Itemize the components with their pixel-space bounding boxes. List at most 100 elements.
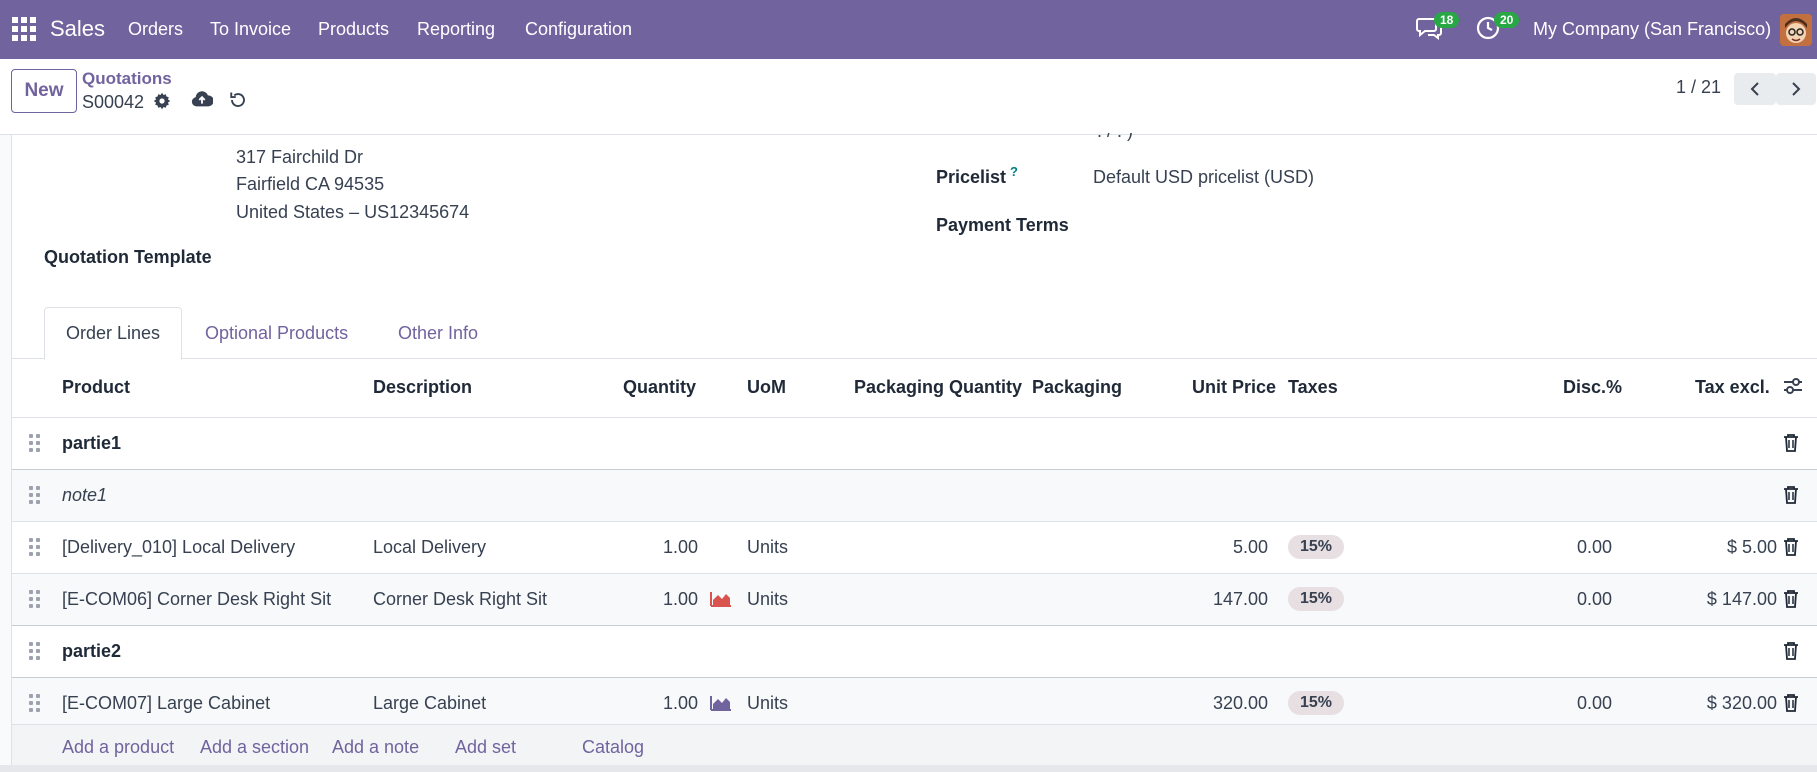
forecast-chart-icon[interactable] [710,591,732,609]
tax-badge[interactable]: 15% [1288,691,1345,715]
add-section-link[interactable]: Add a section [200,737,309,758]
table-row-section[interactable]: partie2 [12,625,1817,677]
table-row[interactable]: [Delivery_010] Local Delivery Local Deli… [12,521,1817,573]
breadcrumb-quotations[interactable]: Quotations [82,69,172,89]
cell-uom[interactable]: Units [747,537,788,558]
section-name[interactable]: partie1 [62,433,121,454]
cell-discount[interactable]: 0.00 [1512,537,1612,558]
apps-menu-icon[interactable] [12,17,36,41]
cell-description[interactable]: Local Delivery [373,537,486,558]
table-row-section[interactable]: partie1 [12,417,1817,469]
tab-other-info[interactable]: Other Info [377,307,499,359]
cell-subtotal: $ 320.00 [1706,693,1777,713]
pager-next-button[interactable] [1776,73,1816,105]
activities-icon[interactable]: 20 [1476,12,1520,44]
cell-uom[interactable]: Units [747,589,788,610]
table-row[interactable]: [E-COM07] Large Cabinet Large Cabinet 1.… [12,677,1817,729]
control-panel: New Quotations S00042 1 / 21 [0,59,1817,135]
tab-optional-products[interactable]: Optional Products [184,307,369,359]
notebook-tabs: Order Lines Optional Products Other Info [12,307,1817,360]
cell-discount[interactable]: 0.00 [1512,589,1612,610]
menu-to-invoice[interactable]: To Invoice [210,19,291,40]
col-uom[interactable]: UoM [747,377,786,398]
cell-quantity[interactable]: 1.00 [612,589,698,610]
col-taxes[interactable]: Taxes [1288,377,1338,398]
trash-icon[interactable] [1783,433,1803,455]
col-quantity[interactable]: Quantity [623,377,696,398]
col-discount[interactable]: Disc.% [1563,377,1622,398]
table-row-note[interactable]: note1 [12,469,1817,521]
pricelist-value[interactable]: Default USD pricelist (USD) [1093,167,1314,188]
col-packaging[interactable]: Packaging [1032,377,1122,398]
trash-icon[interactable] [1783,641,1803,663]
address-line-2: Fairfield CA 94535 [236,174,385,194]
bottom-scroll-strip [0,765,1817,772]
cell-product[interactable]: [E-COM07] Large Cabinet [62,693,270,714]
menu-configuration[interactable]: Configuration [525,19,632,40]
save-cloud-icon[interactable] [191,90,214,112]
activities-badge: 20 [1494,12,1520,28]
drag-handle-icon[interactable] [29,590,41,608]
drag-handle-icon[interactable] [29,434,41,452]
section-name[interactable]: partie2 [62,641,121,662]
cell-product[interactable]: [Delivery_010] Local Delivery [62,537,295,558]
company-switcher[interactable]: My Company (San Francisco) [1533,19,1771,40]
cell-product[interactable]: [E-COM06] Corner Desk Right Sit [62,589,331,610]
record-name: S00042 [82,92,145,112]
menu-products[interactable]: Products [318,19,389,40]
messages-badge: 18 [1434,12,1460,28]
col-tax-excl[interactable]: Tax excl. [1695,377,1770,398]
col-product[interactable]: Product [62,377,130,398]
pager-previous-button[interactable] [1734,73,1776,105]
gear-icon[interactable] [153,92,175,114]
add-set-link[interactable]: Add set [455,737,516,758]
cell-unit-price[interactable]: 320.00 [1172,693,1268,714]
cell-quantity[interactable]: 1.00 [612,537,698,558]
drag-handle-icon[interactable] [29,538,41,556]
cell-uom[interactable]: Units [747,693,788,714]
drag-handle-icon[interactable] [29,486,41,504]
add-note-link[interactable]: Add a note [332,737,419,758]
tab-order-lines[interactable]: Order Lines [44,307,183,360]
drag-handle-icon[interactable] [29,642,41,660]
app-name[interactable]: Sales [50,16,105,42]
menu-orders[interactable]: Orders [128,19,183,40]
optional-columns-toggle-icon[interactable] [1782,376,1804,396]
col-unit-price[interactable]: Unit Price [1192,377,1276,398]
trash-icon[interactable] [1783,693,1803,715]
pricelist-label: Pricelist? [936,164,1018,188]
form-sheet: . / . ) 317 Fairchild Dr Fairfield CA 94… [11,133,1817,772]
user-avatar[interactable] [1780,14,1812,46]
cell-discount[interactable]: 0.00 [1512,693,1612,714]
address-line-1: 317 Fairchild Dr [236,147,364,167]
payment-terms-label: Payment Terms [936,215,1069,235]
trash-icon[interactable] [1783,485,1803,507]
col-packaging-quantity[interactable]: Packaging Quantity [854,377,1022,398]
cell-unit-price[interactable]: 5.00 [1172,537,1268,558]
top-navbar: Sales Orders To Invoice Products Reporti… [0,0,1817,59]
cell-unit-price[interactable]: 147.00 [1172,589,1268,610]
quotation-template-label: Quotation Template [44,247,212,267]
discard-icon[interactable] [229,91,251,113]
messages-icon[interactable]: 18 [1416,12,1460,44]
add-product-link[interactable]: Add a product [62,737,174,758]
catalog-link[interactable]: Catalog [582,737,644,758]
address-line-3: United States – US12345674 [236,202,470,222]
new-button[interactable]: New [11,69,77,113]
menu-reporting[interactable]: Reporting [417,19,495,40]
cell-quantity[interactable]: 1.00 [612,693,698,714]
tax-badge[interactable]: 15% [1288,587,1345,611]
trash-icon[interactable] [1783,537,1803,559]
forecast-chart-icon[interactable] [710,695,732,713]
pager-value: 1 / 21 [1676,77,1722,97]
pricelist-help[interactable]: ? [1010,164,1018,179]
trash-icon[interactable] [1783,589,1803,611]
note-text[interactable]: note1 [62,485,107,506]
cell-description[interactable]: Corner Desk Right Sit [373,589,547,610]
cell-description[interactable]: Large Cabinet [373,693,486,714]
drag-handle-icon[interactable] [29,694,41,712]
col-description[interactable]: Description [373,377,472,398]
tax-badge[interactable]: 15% [1288,535,1345,559]
cell-subtotal: $ 147.00 [1706,589,1777,609]
table-row[interactable]: [E-COM06] Corner Desk Right Sit Corner D… [12,573,1817,625]
